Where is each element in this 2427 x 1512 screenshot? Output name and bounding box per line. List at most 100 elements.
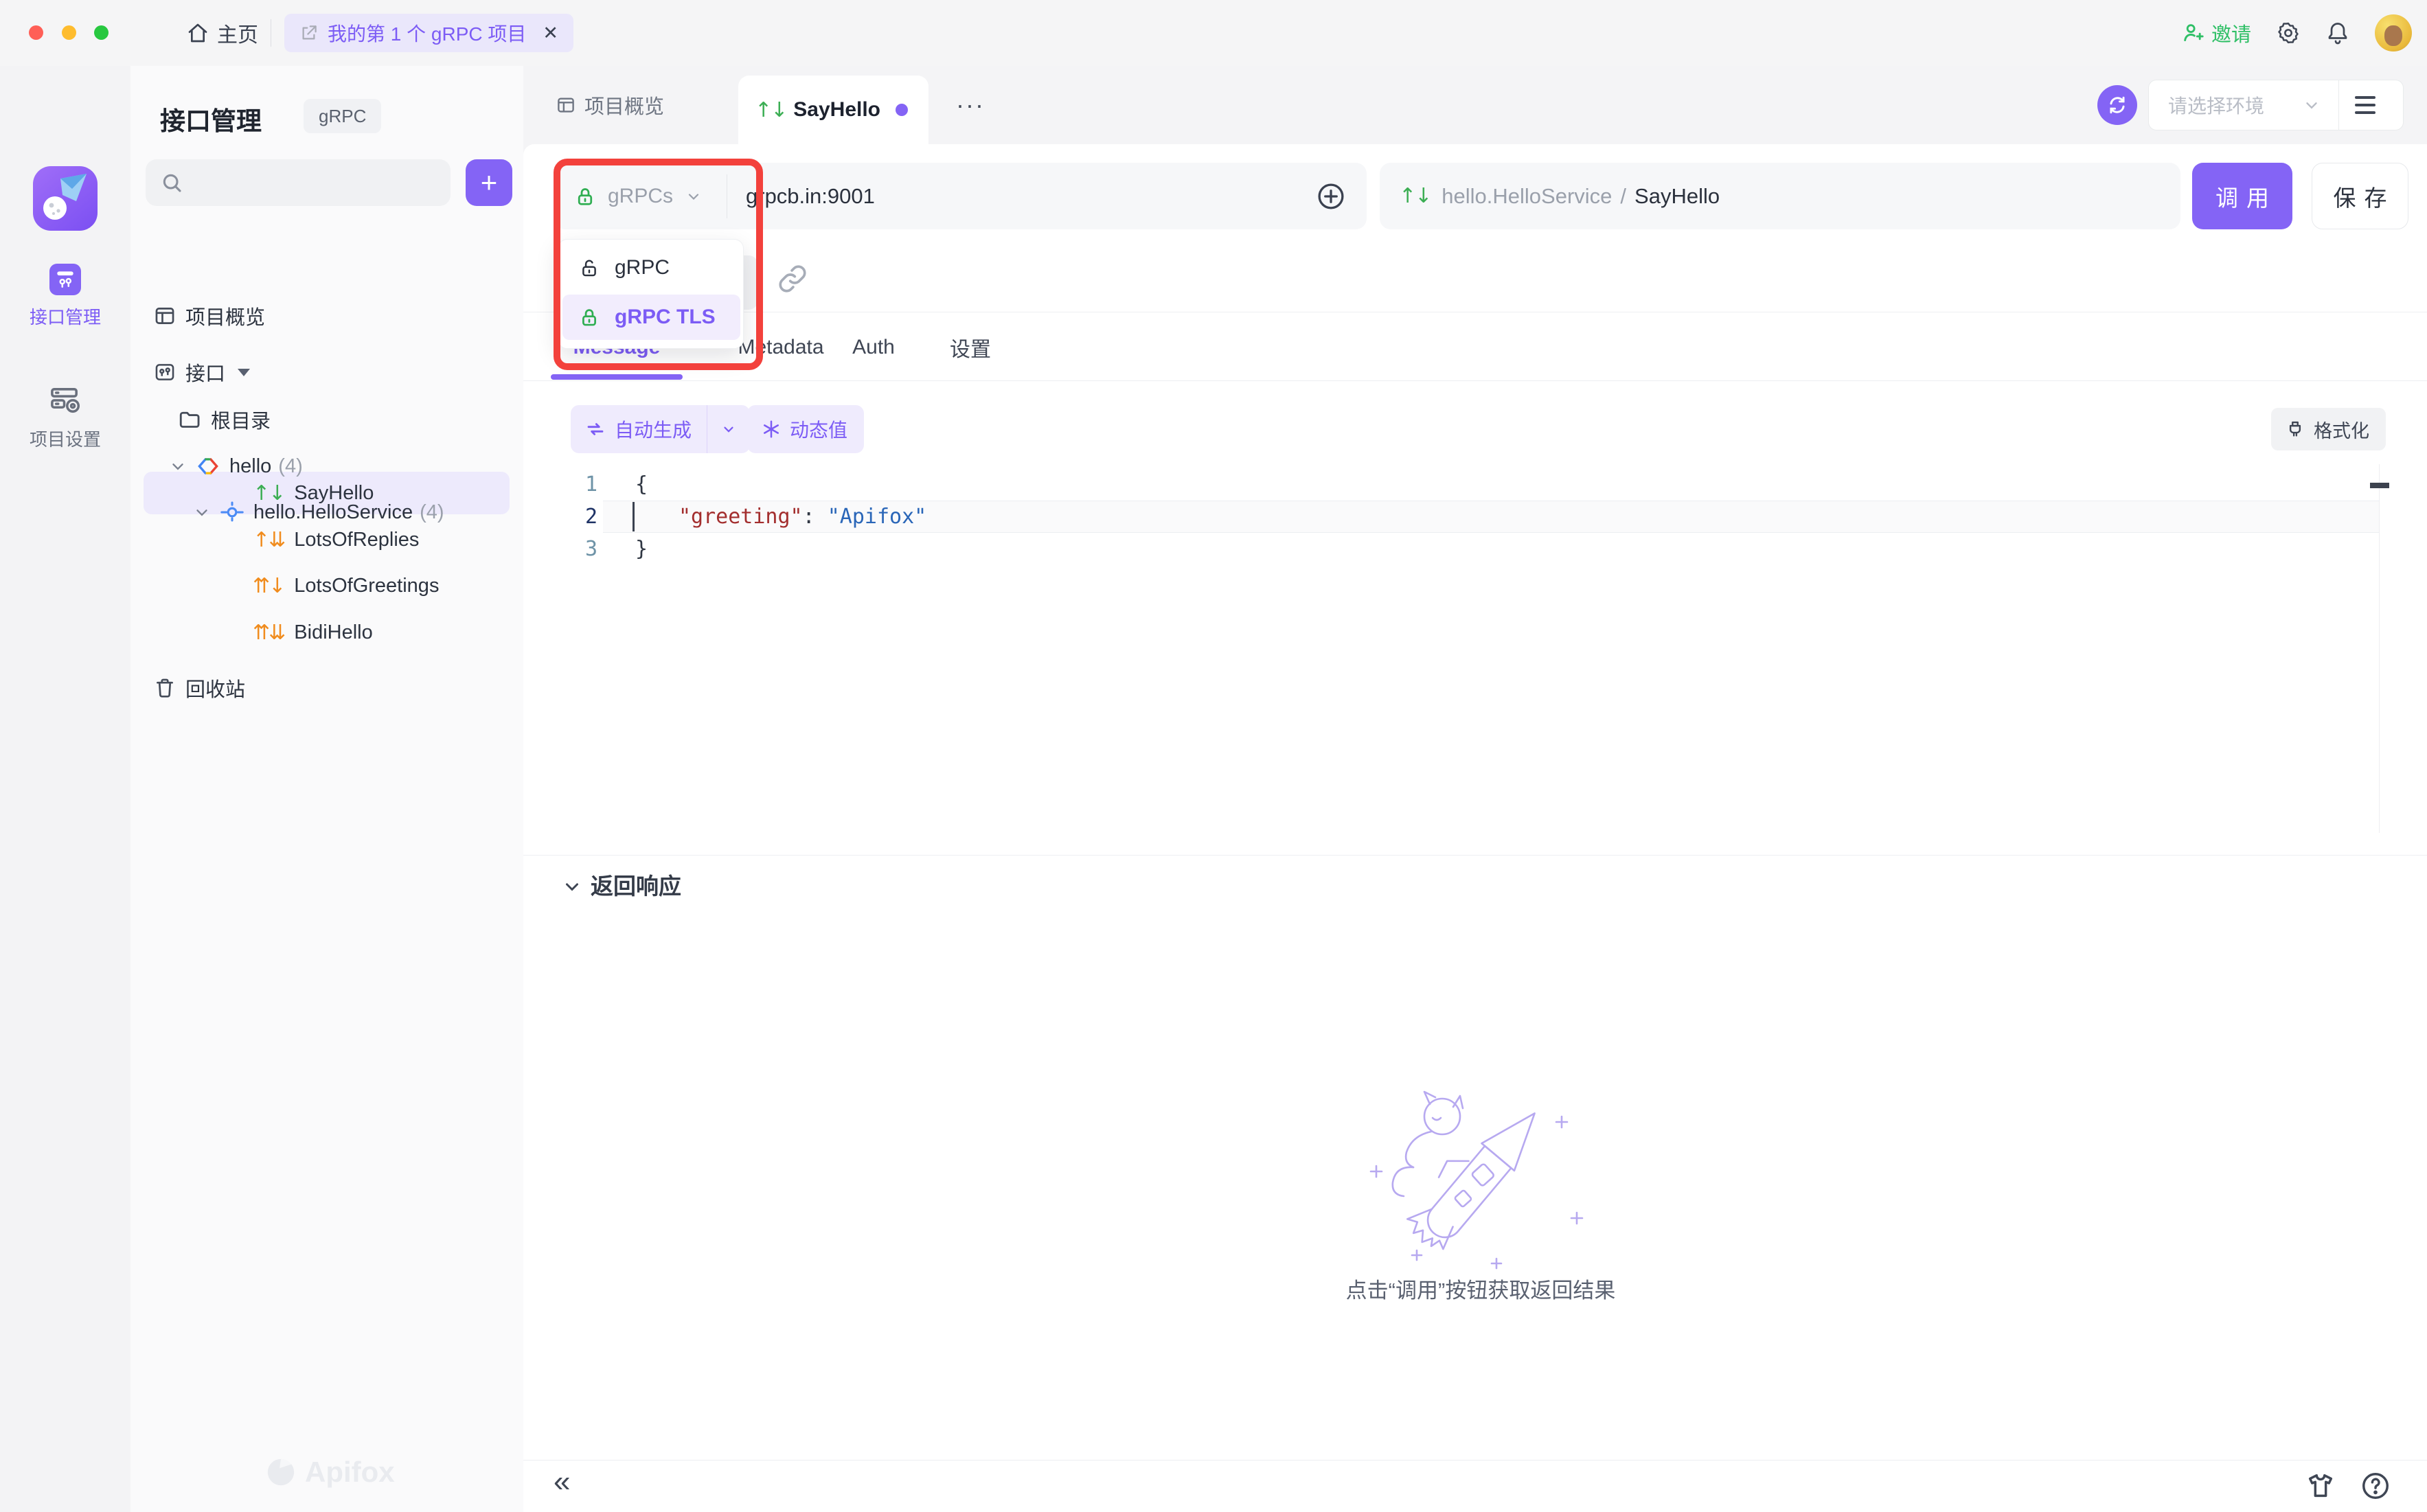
- sidebar-item-apis[interactable]: 接口: [153, 351, 250, 393]
- tree-row-root-folder[interactable]: 根目录: [177, 398, 271, 441]
- autogenerate-button[interactable]: 自动生成: [571, 405, 750, 453]
- protocol-dropdown-trigger[interactable]: gRPCs: [554, 185, 727, 208]
- apifox-watermark: Apifox: [265, 1456, 395, 1489]
- expand-chevron-icon[interactable]: [169, 457, 187, 475]
- collapse-chevron-icon[interactable]: [562, 876, 582, 897]
- dropdown-option-grpc-tls[interactable]: gRPC TLS: [562, 295, 740, 340]
- server-url-input[interactable]: grpcb.in:9001: [746, 184, 1316, 209]
- window-close-button[interactable]: [29, 25, 43, 40]
- chevron-down-icon: [2303, 96, 2321, 114]
- link-chain-icon[interactable]: [777, 264, 808, 294]
- invite-button[interactable]: 邀请: [2181, 19, 2251, 47]
- project-tab[interactable]: 我的第 1 个 gRPC 项目 ✕: [284, 14, 573, 52]
- tree-row-method-lotsofgreetings[interactable]: ⇈↓ LotsOfGreetings: [253, 564, 439, 607]
- proto-file-icon: [195, 453, 221, 479]
- circle-plus-icon[interactable]: [1316, 181, 1346, 211]
- lock-icon: [575, 185, 595, 208]
- add-api-button[interactable]: +: [466, 159, 512, 206]
- sidebar-item-trash[interactable]: 回收站: [153, 667, 245, 709]
- active-tab-underline: [551, 374, 683, 380]
- method-label: LotsOfGreetings: [294, 575, 439, 597]
- tab-label: SayHello: [793, 98, 880, 122]
- apis-label: 接口: [185, 358, 225, 387]
- method-label: LotsOfReplies: [294, 529, 419, 551]
- collapse-sidebar-icon[interactable]: «: [554, 1465, 570, 1499]
- sidebar-item-project-overview[interactable]: 项目概览: [153, 295, 265, 337]
- project-settings-icon: [0, 383, 130, 417]
- code-line[interactable]: "greeting": "Apifox": [679, 501, 926, 533]
- theme-tshirt-icon[interactable]: [2305, 1470, 2336, 1502]
- req-tab-settings[interactable]: 设置: [944, 321, 996, 374]
- project-tab-title: 我的第 1 个 gRPC 项目: [328, 19, 526, 47]
- user-avatar[interactable]: [2375, 14, 2412, 51]
- share-icon: [299, 24, 318, 43]
- code-line[interactable]: }: [635, 533, 648, 565]
- home-button[interactable]: 主页: [187, 0, 258, 66]
- expand-chevron-icon[interactable]: [193, 503, 211, 521]
- req-tab-auth[interactable]: Auth: [850, 321, 898, 374]
- req-tab-metadata[interactable]: Metadata: [733, 321, 829, 374]
- lock-open-icon: [579, 257, 600, 279]
- dropdown-option-grpc[interactable]: gRPC: [562, 245, 740, 290]
- titlebar: 主页 我的第 1 个 gRPC 项目 ✕ 邀请: [0, 0, 2427, 66]
- overview-label: 项目概览: [185, 301, 265, 330]
- trash-icon: [153, 676, 176, 700]
- layout-menu-icon[interactable]: [2339, 96, 2391, 114]
- tabs-more-button[interactable]: ···: [956, 66, 985, 144]
- apifox-window: 主页 我的第 1 个 gRPC 项目 ✕ 邀请: [0, 0, 2427, 1512]
- tree-row-method-lotsofreplies[interactable]: ↑⇊ LotsOfReplies: [253, 518, 419, 561]
- bottom-bar: «: [523, 1460, 2427, 1512]
- line-number-active: 2: [558, 501, 597, 533]
- overview-grid-icon: [556, 95, 576, 115]
- chevron-down-icon[interactable]: [707, 422, 750, 437]
- rail-item-project-settings[interactable]: 项目设置: [0, 383, 130, 451]
- editor-scrollbar-track[interactable]: [2379, 464, 2380, 833]
- editor-scrollbar-thumb[interactable]: [2370, 483, 2389, 488]
- tab-sayhello-active[interactable]: ↑↓ SayHello: [738, 76, 928, 144]
- search-input[interactable]: [146, 159, 451, 206]
- notifications-bell-icon[interactable]: [2325, 21, 2350, 45]
- section-divider: [523, 855, 2427, 856]
- tree-row-method-bidihello[interactable]: ⇈⇊ BidiHello: [253, 611, 373, 654]
- tree-row-method-sayhello[interactable]: ↑↓ SayHello: [253, 472, 374, 514]
- rail-item-api-management[interactable]: 接口管理: [0, 264, 130, 329]
- environment-placeholder: 请选择环境: [2168, 91, 2264, 119]
- apis-icon: [153, 360, 176, 384]
- search-icon: [161, 172, 183, 194]
- unary-arrows-icon: ↑↓: [1399, 184, 1431, 208]
- settings-gear-icon[interactable]: [2276, 21, 2301, 45]
- service-name: hello.HelloService: [1442, 184, 1612, 209]
- unsaved-dot: [896, 104, 908, 116]
- method-label: BidiHello: [294, 621, 372, 644]
- address-bar: gRPCs grpcb.in:9001: [554, 163, 1367, 229]
- window-zoom-button[interactable]: [94, 25, 109, 40]
- api-management-icon: [49, 264, 81, 295]
- home-label: 主页: [217, 18, 258, 48]
- rail-label-project-settings: 项目设置: [0, 426, 130, 451]
- root-folder-label: 根目录: [211, 405, 271, 434]
- code-line[interactable]: {: [635, 468, 648, 501]
- chevron-down-icon: [685, 188, 702, 205]
- unary-arrows-icon: ↑↓: [253, 481, 284, 505]
- app-rail: 接口管理 项目设置: [0, 66, 130, 1512]
- service-method-field[interactable]: ↑↓ hello.HelloService / SayHello: [1380, 163, 2180, 229]
- refresh-icon: [2106, 94, 2128, 116]
- protocol-badge: gRPC: [304, 99, 381, 133]
- save-button[interactable]: 保存: [2312, 163, 2408, 229]
- project-tab-close-icon[interactable]: ✕: [543, 23, 558, 44]
- loop-arrows-icon: [584, 418, 606, 440]
- apifox-watermark-icon: [265, 1456, 297, 1488]
- window-minimize-button[interactable]: [62, 25, 76, 40]
- environment-select[interactable]: 请选择环境: [2148, 80, 2404, 130]
- line-number: 3: [558, 533, 597, 565]
- help-icon[interactable]: [2360, 1470, 2391, 1502]
- sync-button[interactable]: [2097, 85, 2137, 125]
- dynamic-value-button[interactable]: 动态值: [747, 405, 864, 453]
- text-cursor: [633, 502, 635, 531]
- app-logo[interactable]: [33, 166, 98, 231]
- main-area: 项目概览 ↑↓ SayHello ··· 请选择环境: [523, 66, 2427, 1512]
- format-button[interactable]: 格式化: [2271, 408, 2386, 450]
- invoke-button[interactable]: 调用: [2192, 163, 2292, 229]
- tab-project-overview[interactable]: 项目概览: [556, 66, 664, 144]
- response-section-title: 返回响应: [591, 868, 681, 901]
